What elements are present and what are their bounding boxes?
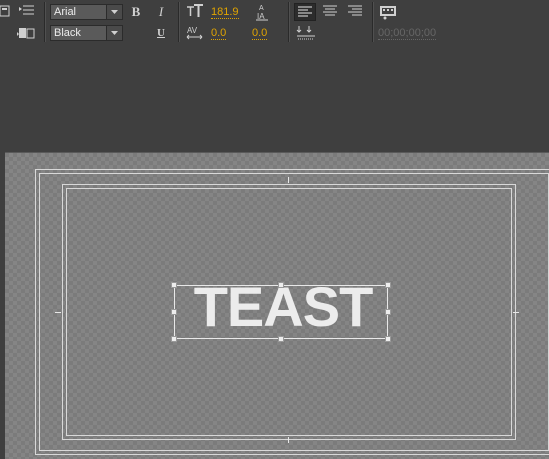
font-size-icon bbox=[186, 4, 204, 18]
resize-handle-mr[interactable] bbox=[385, 309, 391, 315]
tab-icon[interactable] bbox=[296, 24, 316, 42]
resize-handle-br[interactable] bbox=[385, 336, 391, 342]
align-right-icon[interactable] bbox=[345, 3, 365, 21]
resize-handle-tl[interactable] bbox=[171, 282, 177, 288]
resize-handle-ml[interactable] bbox=[171, 309, 177, 315]
font-family-select[interactable]: Arial bbox=[50, 4, 123, 20]
center-mark-top bbox=[288, 177, 289, 183]
resize-handle-tr[interactable] bbox=[385, 282, 391, 288]
chevron-down-icon bbox=[106, 26, 122, 40]
toolbar-separator bbox=[44, 2, 46, 42]
font-size-value[interactable]: 181.9 bbox=[211, 6, 239, 19]
leading-value[interactable]: 0.0 bbox=[252, 27, 268, 40]
toolbar-separator bbox=[178, 2, 180, 42]
font-family-value: Arial bbox=[54, 6, 77, 18]
align-left-icon[interactable] bbox=[294, 3, 316, 21]
title-toolbar: Arial Black B I U 181.9 AV 0.0 A IA 0.0 0… bbox=[0, 0, 549, 48]
tab-stops-icon[interactable] bbox=[19, 4, 35, 18]
text-bounding-box[interactable] bbox=[174, 285, 388, 339]
toolbar-separator bbox=[372, 2, 374, 42]
bold-button[interactable]: B bbox=[128, 4, 144, 20]
center-mark-left bbox=[55, 312, 61, 313]
center-mark-bottom bbox=[288, 437, 289, 443]
center-mark-right bbox=[513, 312, 519, 313]
title-canvas[interactable]: TEAST bbox=[5, 152, 549, 459]
template-icon[interactable] bbox=[17, 26, 37, 40]
show-video-icon[interactable] bbox=[379, 4, 397, 20]
kerning-icon: AV bbox=[186, 25, 204, 41]
resize-handle-tc[interactable] bbox=[278, 282, 284, 288]
resize-handle-bc[interactable] bbox=[278, 336, 284, 342]
toolbar-separator bbox=[288, 2, 290, 42]
title-type-icon[interactable] bbox=[0, 4, 12, 18]
svg-text:A: A bbox=[259, 5, 264, 12]
timecode-display[interactable]: 00;00;00;00 bbox=[378, 27, 437, 40]
font-style-value: Black bbox=[54, 27, 81, 39]
chevron-down-icon bbox=[106, 5, 122, 19]
baseline-icon: A IA bbox=[255, 3, 269, 21]
align-center-icon[interactable] bbox=[320, 3, 340, 21]
font-style-select[interactable]: Black bbox=[50, 25, 123, 41]
svg-text:AV: AV bbox=[187, 26, 198, 35]
resize-handle-bl[interactable] bbox=[171, 336, 177, 342]
italic-button[interactable]: I bbox=[153, 4, 169, 20]
kerning-value[interactable]: 0.0 bbox=[211, 27, 227, 40]
underline-button[interactable]: U bbox=[153, 25, 169, 41]
